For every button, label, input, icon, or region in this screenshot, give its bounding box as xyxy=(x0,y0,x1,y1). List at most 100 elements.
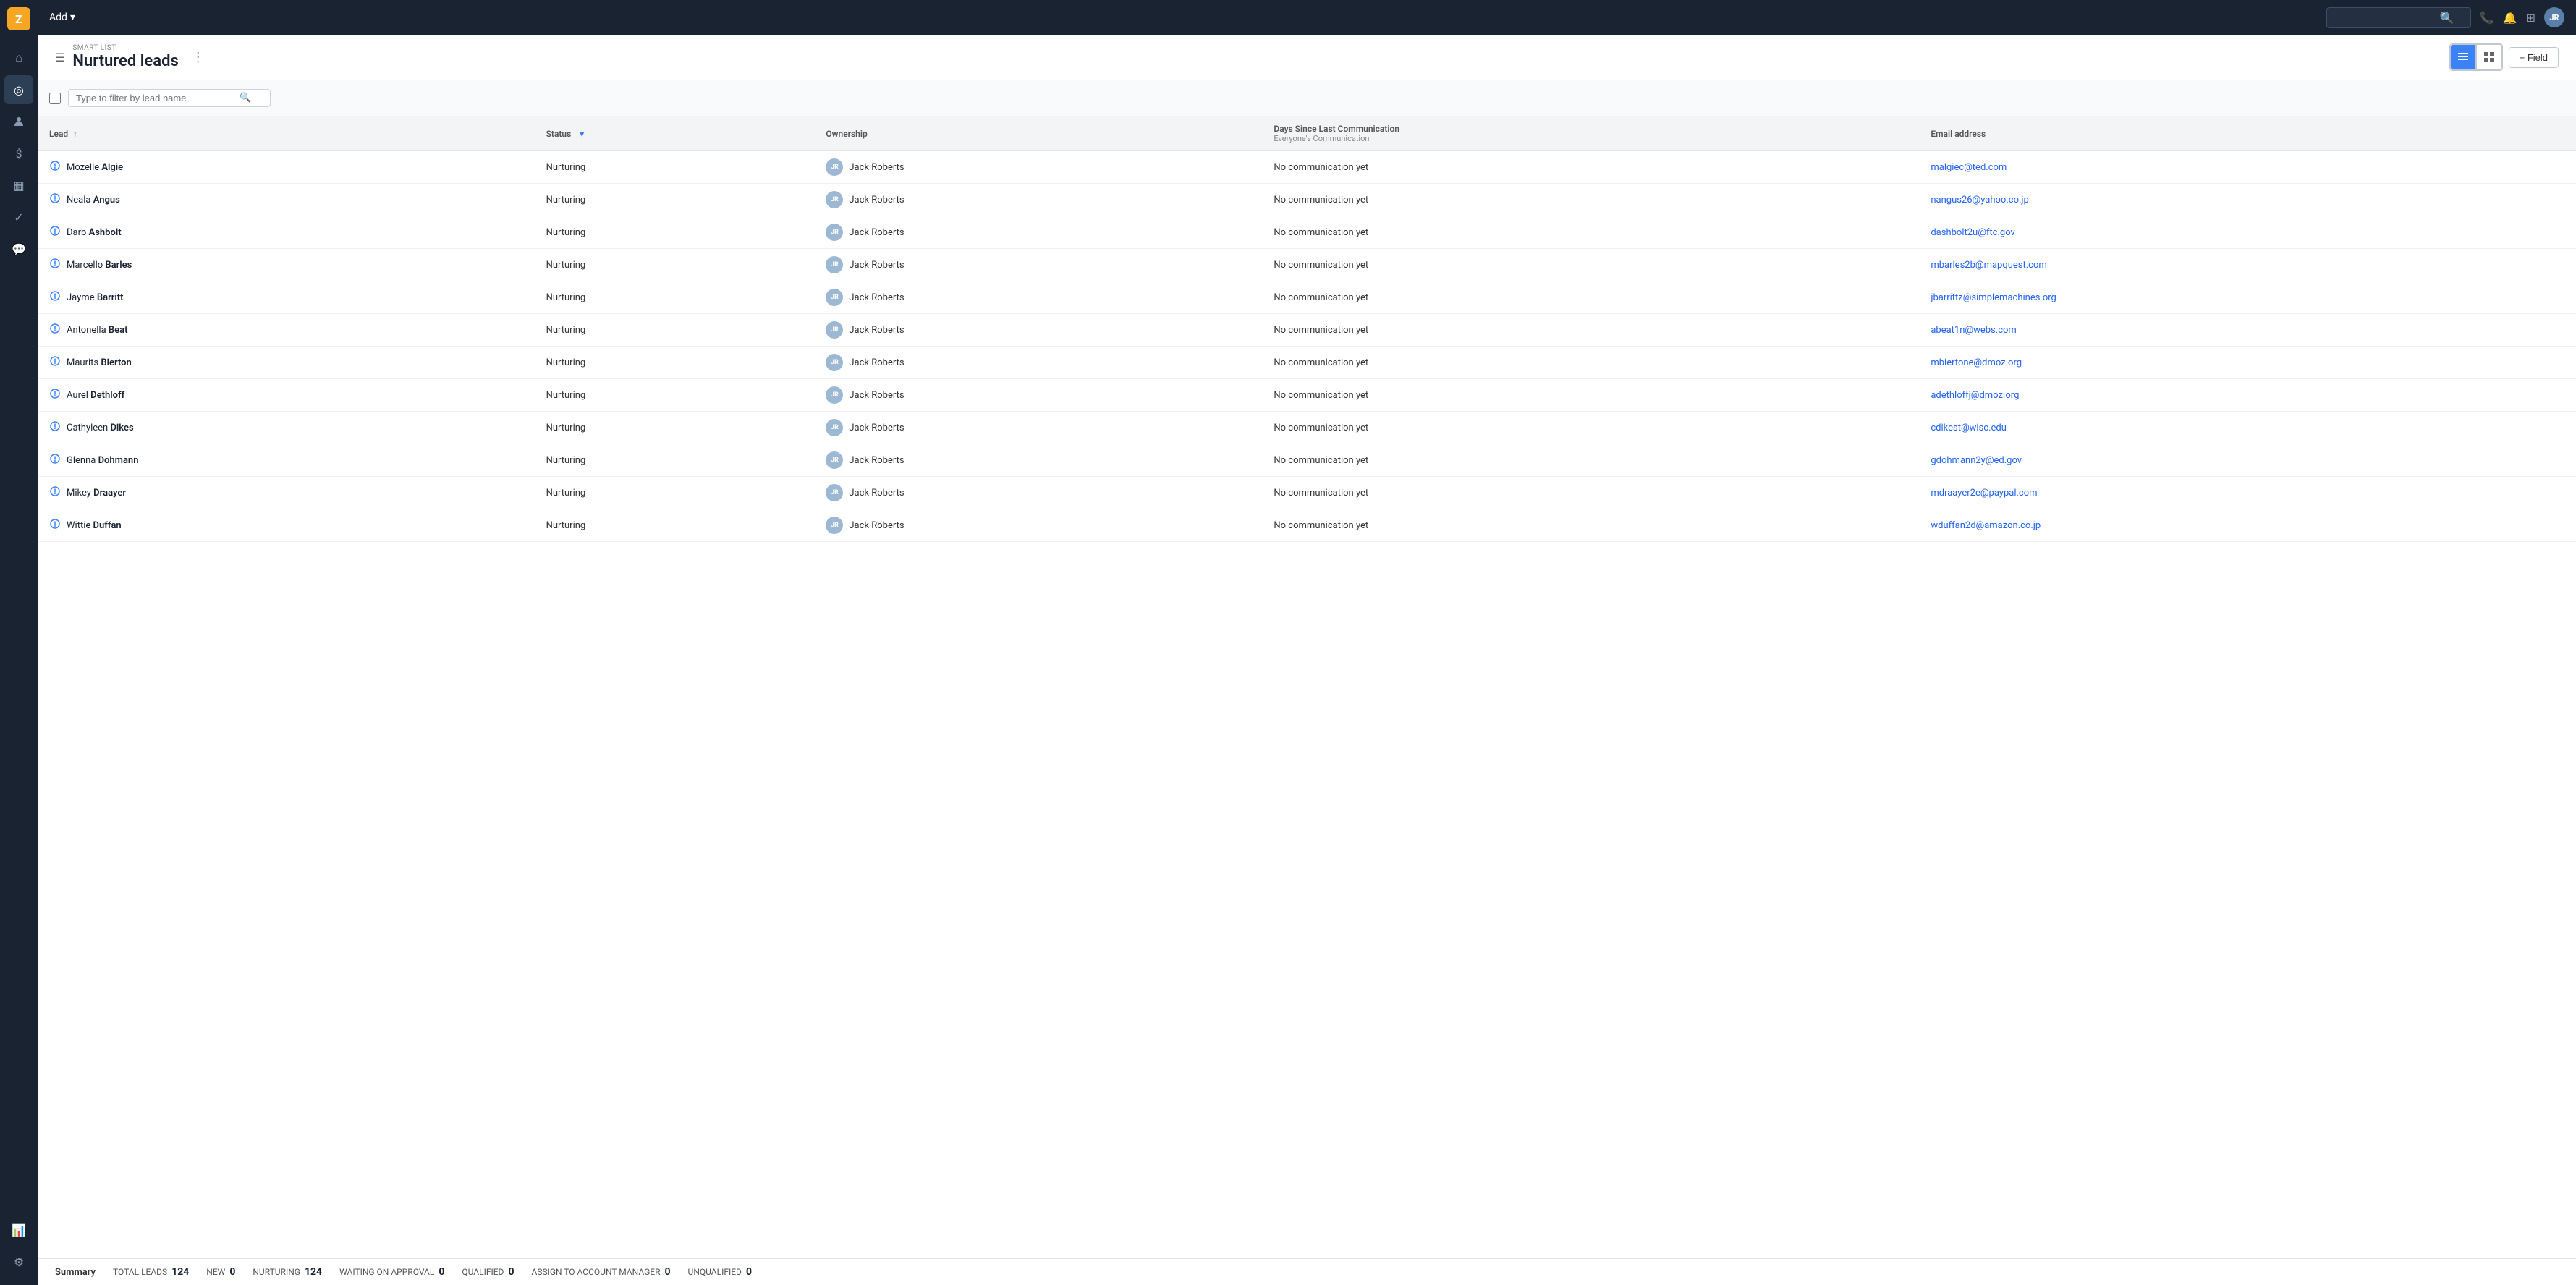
email-link[interactable]: abeat1n@webs.com xyxy=(1931,325,2016,336)
table-row[interactable]: Wittie Duffan Nurturing JR Jack Roberts … xyxy=(38,509,2576,542)
sidebar-item-tasks[interactable]: ✓ xyxy=(4,203,33,232)
sidebar-item-home[interactable]: ⌂ xyxy=(4,43,33,72)
lead-cell: Darb Ashbolt xyxy=(38,216,535,249)
email-cell: malgiec@ted.com xyxy=(1919,151,2576,184)
communication-cell: No communication yet xyxy=(1262,379,1919,412)
owner-name: Jack Roberts xyxy=(849,488,904,499)
lead-icon xyxy=(49,485,61,500)
email-cell: adethloffj@dmoz.org xyxy=(1919,379,2576,412)
email-link[interactable]: mdraayer2e@paypal.com xyxy=(1931,488,2037,499)
communication-cell: No communication yet xyxy=(1262,444,1919,477)
avatar[interactable]: JR xyxy=(2544,7,2564,27)
bell-icon[interactable]: 🔔 xyxy=(2503,11,2517,25)
sidebar-item-dashboard[interactable]: ▦ xyxy=(4,171,33,200)
lead-name[interactable]: Glenna Dohmann xyxy=(67,455,138,466)
list-view-button[interactable] xyxy=(2450,44,2476,70)
col-ownership[interactable]: Ownership xyxy=(814,116,1262,151)
lead-cell: Neala Angus xyxy=(38,184,535,216)
email-link[interactable]: nangus26@yahoo.co.jp xyxy=(1931,195,2029,205)
lead-name[interactable]: Cathyleen Dikes xyxy=(67,423,134,433)
grid-view-button[interactable] xyxy=(2476,44,2502,70)
filter-input[interactable] xyxy=(76,93,235,103)
waiting-label: WAITING ON APPROVAL xyxy=(339,1267,434,1277)
lead-icon xyxy=(49,420,61,435)
table-row[interactable]: Cathyleen Dikes Nurturing JR Jack Robert… xyxy=(38,412,2576,444)
sidebar-item-contacts[interactable] xyxy=(4,107,33,136)
phone-icon[interactable]: 📞 xyxy=(2480,11,2494,25)
hamburger-icon[interactable]: ☰ xyxy=(55,51,65,64)
owner-name: Jack Roberts xyxy=(849,520,904,531)
table-row[interactable]: Jayme Barritt Nurturing JR Jack Roberts … xyxy=(38,281,2576,314)
ownership-cell: JR Jack Roberts xyxy=(814,184,1262,216)
table-row[interactable]: Neala Angus Nurturing JR Jack Roberts No… xyxy=(38,184,2576,216)
lead-icon xyxy=(49,388,61,402)
add-button[interactable]: Add ▾ xyxy=(49,12,75,23)
table-row[interactable]: Mozelle Algie Nurturing JR Jack Roberts … xyxy=(38,151,2576,184)
status-cell: Nurturing xyxy=(535,509,815,542)
owner-name: Jack Roberts xyxy=(849,423,904,433)
communication-cell: No communication yet xyxy=(1262,314,1919,347)
lead-name[interactable]: Antonella Beat xyxy=(67,325,128,336)
email-link[interactable]: mbarles2b@mapquest.com xyxy=(1931,260,2046,271)
email-link[interactable]: jbarrittz@simplemachines.org xyxy=(1931,292,2056,303)
email-link[interactable]: gdohmann2y@ed.gov xyxy=(1931,455,2022,466)
communication-cell: No communication yet xyxy=(1262,216,1919,249)
email-link[interactable]: wduffan2d@amazon.co.jp xyxy=(1931,520,2041,531)
add-field-button[interactable]: + Field xyxy=(2509,47,2559,68)
table-row[interactable]: Antonella Beat Nurturing JR Jack Roberts… xyxy=(38,314,2576,347)
ownership-cell: JR Jack Roberts xyxy=(814,151,1262,184)
lead-icon xyxy=(49,323,61,337)
status-cell: Nurturing xyxy=(535,249,815,281)
sidebar-item-reports[interactable]: 📊 xyxy=(4,1216,33,1244)
lead-name[interactable]: Mikey Draayer xyxy=(67,488,126,499)
email-link[interactable]: malgiec@ted.com xyxy=(1931,162,2007,173)
lead-cell: Glenna Dohmann xyxy=(38,444,535,477)
sidebar-item-money[interactable]: $ xyxy=(4,139,33,168)
search-icon: 🔍 xyxy=(240,93,251,103)
lead-name[interactable]: Maurits Bierton xyxy=(67,357,132,368)
chevron-down-icon: ▾ xyxy=(70,12,75,23)
table-row[interactable]: Darb Ashbolt Nurturing JR Jack Roberts N… xyxy=(38,216,2576,249)
more-options-icon[interactable]: ⋮ xyxy=(192,50,205,65)
table-row[interactable]: Marcello Barles Nurturing JR Jack Robert… xyxy=(38,249,2576,281)
col-email[interactable]: Email address xyxy=(1919,116,2576,151)
email-link[interactable]: cdikest@wisc.edu xyxy=(1931,423,2007,433)
lead-name[interactable]: Jayme Barritt xyxy=(67,292,124,303)
lead-name[interactable]: Darb Ashbolt xyxy=(67,227,122,238)
table-row[interactable]: Aurel Dethloff Nurturing JR Jack Roberts… xyxy=(38,379,2576,412)
unqualified-count: 0 xyxy=(746,1266,752,1278)
lead-cell: Jayme Barritt xyxy=(38,281,535,314)
lead-name[interactable]: Mozelle Algie xyxy=(67,162,123,173)
lead-name[interactable]: Neala Angus xyxy=(67,195,120,205)
qualified-count: 0 xyxy=(508,1266,514,1278)
email-cell: dashbolt2u@ftc.gov xyxy=(1919,216,2576,249)
grid-icon[interactable]: ⊞ xyxy=(2526,11,2535,25)
lead-name[interactable]: Wittie Duffan xyxy=(67,520,122,531)
owner-avatar: JR xyxy=(826,289,843,306)
owner-name: Jack Roberts xyxy=(849,227,904,238)
add-label: Add xyxy=(49,12,67,23)
col-days-since[interactable]: Days Since Last Communication Everyone's… xyxy=(1262,116,1919,151)
email-link[interactable]: adethloffj@dmoz.org xyxy=(1931,390,2019,401)
lead-icon xyxy=(49,290,61,305)
select-all-checkbox[interactable] xyxy=(49,93,61,104)
sidebar-item-leads[interactable]: ◎ xyxy=(4,75,33,104)
ownership-cell: JR Jack Roberts xyxy=(814,314,1262,347)
table-row[interactable]: Mikey Draayer Nurturing JR Jack Roberts … xyxy=(38,477,2576,509)
email-link[interactable]: dashbolt2u@ftc.gov xyxy=(1931,227,2014,238)
table-row[interactable]: Maurits Bierton Nurturing JR Jack Robert… xyxy=(38,347,2576,379)
lead-icon xyxy=(49,192,61,207)
sidebar-item-settings[interactable]: ⚙ xyxy=(4,1247,33,1276)
table-row[interactable]: Glenna Dohmann Nurturing JR Jack Roberts… xyxy=(38,444,2576,477)
owner-avatar: JR xyxy=(826,224,843,241)
lead-name[interactable]: Aurel Dethloff xyxy=(67,390,124,401)
email-link[interactable]: mbiertone@dmoz.org xyxy=(1931,357,2022,368)
ownership-cell: JR Jack Roberts xyxy=(814,477,1262,509)
lead-icon xyxy=(49,355,61,370)
sidebar-item-messages[interactable]: 💬 xyxy=(4,234,33,263)
status-cell: Nurturing xyxy=(535,151,815,184)
topnav-search-input[interactable] xyxy=(2334,12,2436,23)
lead-name[interactable]: Marcello Barles xyxy=(67,260,132,271)
col-lead[interactable]: Lead ↑ xyxy=(38,116,535,151)
col-status[interactable]: Status ▼ xyxy=(535,116,815,151)
